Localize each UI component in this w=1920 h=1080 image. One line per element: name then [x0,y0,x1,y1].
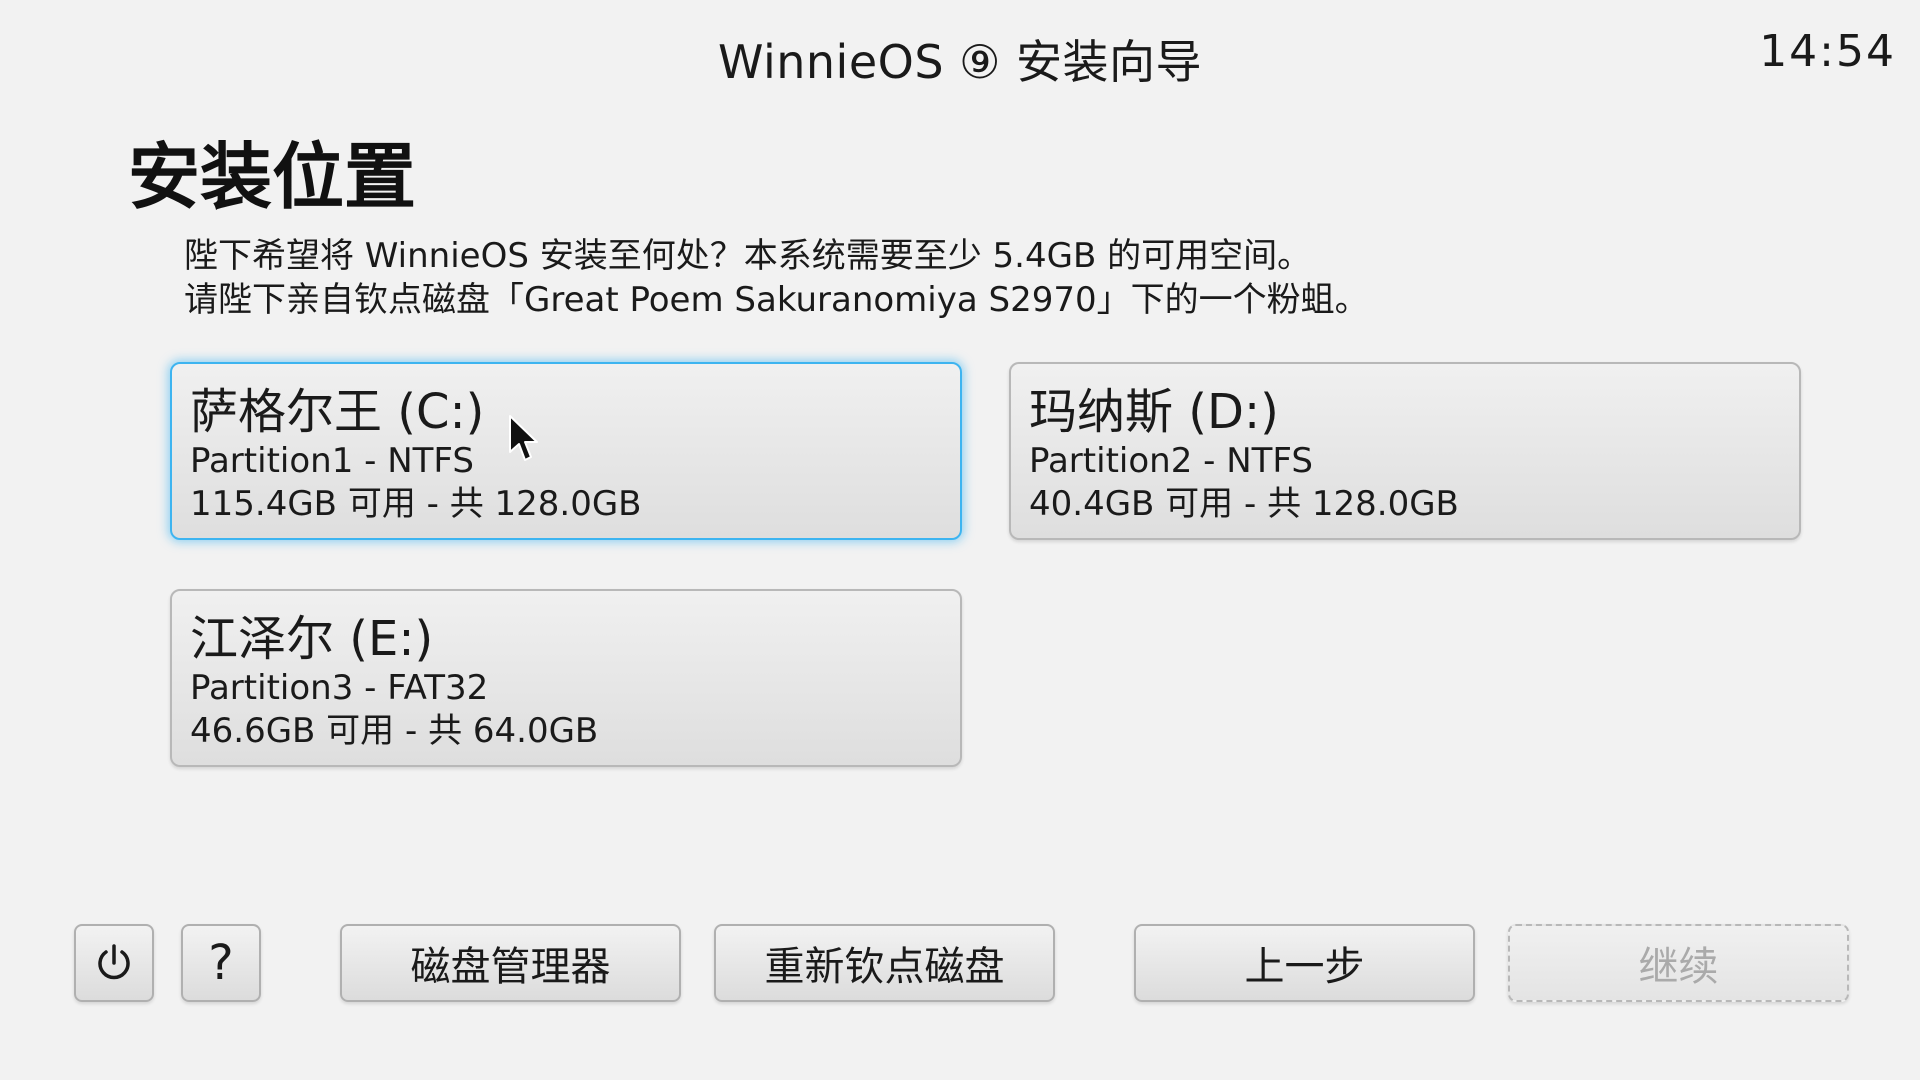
partition-size: 40.4GB 可用 - 共 128.0GB [1029,484,1459,524]
continue-button[interactable]: 继续 [1508,924,1849,1002]
partition-name: 萨格尔王 (C:) [190,384,485,440]
partition-size: 46.6GB 可用 - 共 64.0GB [190,711,599,751]
help-icon: ? [208,935,234,991]
partition-filesystem: Partition3 - FAT32 [190,668,489,708]
description-line: 陛下希望将 WinnieOS 安装至何处？本系统需要至少 5.4GB 的可用空间… [184,236,1312,276]
page-title: 安装位置 [128,135,417,219]
partition-name: 江泽尔 (E:) [190,611,434,667]
clock: 14:54 [1759,26,1896,77]
reselect-disk-button[interactable]: 重新钦点磁盘 [714,924,1055,1002]
mouse-cursor-icon [509,415,538,461]
disk-manager-button[interactable]: 磁盘管理器 [340,924,681,1002]
power-icon [98,944,130,980]
partition-filesystem: Partition1 - NTFS [190,441,474,481]
partition-name: 玛纳斯 (D:) [1029,384,1279,440]
partition-card-d[interactable]: 玛纳斯 (D:) Partition2 - NTFS 40.4GB 可用 - 共… [1009,362,1801,540]
partition-filesystem: Partition2 - NTFS [1029,441,1313,481]
installer-window: WinnieOS ⑨ 安装向导 14:54 安装位置 陛下希望将 WinnieO… [0,0,1920,1080]
partition-size: 115.4GB 可用 - 共 128.0GB [190,484,642,524]
partition-card-c[interactable]: 萨格尔王 (C:) Partition1 - NTFS 115.4GB 可用 -… [170,362,962,540]
partition-card-e[interactable]: 江泽尔 (E:) Partition3 - FAT32 46.6GB 可用 - … [170,589,962,767]
description: 陛下希望将 WinnieOS 安装至何处？本系统需要至少 5.4GB 的可用空间… [184,234,1369,322]
power-button[interactable] [74,924,154,1002]
description-line: 请陛下亲自钦点磁盘「Great Poem Sakuranomiya S2970」… [184,280,1369,320]
back-button[interactable]: 上一步 [1134,924,1475,1002]
window-title: WinnieOS ⑨ 安装向导 [717,35,1203,89]
help-button[interactable]: ? [181,924,261,1002]
